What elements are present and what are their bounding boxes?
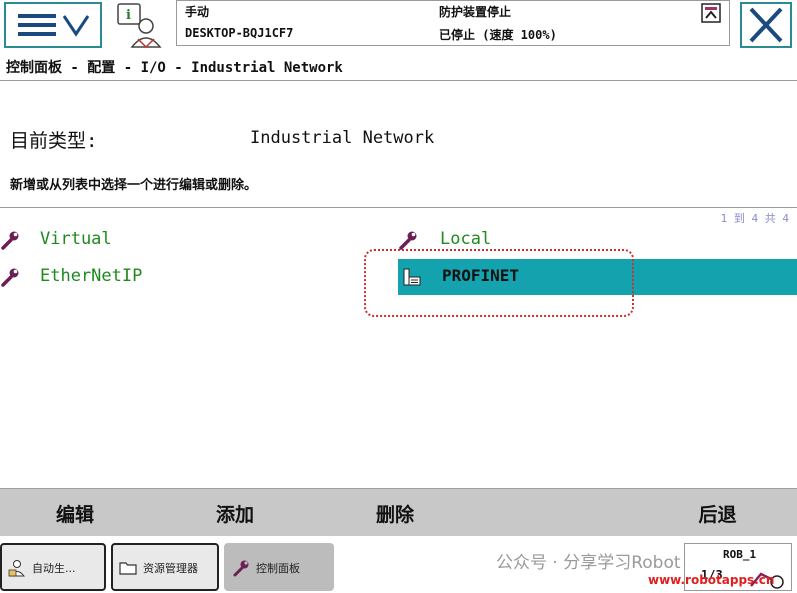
header-divider [0, 80, 797, 81]
controller-name: DESKTOP-BQJ1CF7 [185, 26, 294, 40]
list-item-virtual[interactable]: Virtual [0, 222, 380, 256]
command-bar: 编辑 添加 删除 后退 [0, 488, 797, 536]
quickset-status-button[interactable] [700, 2, 722, 24]
task-auto-production[interactable]: 自动生... [0, 543, 106, 591]
safety-state: 防护装置停止 [439, 5, 512, 19]
status-bar: 手动 DESKTOP-BQJ1CF7 防护装置停止 已停止 (速度 100%) [176, 0, 730, 46]
event-log-button[interactable]: i [112, 1, 166, 49]
robot-status-icon [701, 3, 721, 23]
instruction-text: 新增或从列表中选择一个进行编辑或删除。 [10, 178, 258, 193]
edit-button[interactable]: 编辑 [0, 489, 150, 537]
user-icon [8, 560, 26, 577]
run-state: 已停止 (速度 100%) [439, 28, 557, 42]
task-control-panel[interactable]: 控制面板 [224, 543, 334, 591]
add-button[interactable]: 添加 [160, 489, 310, 537]
list-item-label: Local [440, 229, 492, 249]
site-watermark: www.robotapps.cn [648, 573, 775, 587]
top-bar: i 手动 DESKTOP-BQJ1CF7 防护装置停止 已停止 (速度 100%… [0, 0, 797, 52]
wrench-icon [1, 231, 19, 250]
task-file-explorer[interactable]: 资源管理器 [111, 543, 219, 591]
current-type-value: Industrial Network [250, 128, 435, 148]
main-menu-button[interactable] [4, 2, 102, 48]
menu-icon [18, 14, 90, 37]
wrench-icon [399, 231, 417, 250]
breadcrumb: 控制面板 - 配置 - I/O - Industrial Network [6, 60, 343, 76]
info-user-icon: i [117, 3, 162, 49]
svg-text:i: i [126, 8, 131, 23]
task-label: 自动生... [32, 562, 76, 575]
highlight-annotation [364, 249, 634, 317]
list-item-ethernetip[interactable]: EtherNetIP [0, 259, 380, 293]
watermark: 公众号 · 分享学习Robot [496, 553, 681, 573]
list-item-label: Virtual [40, 229, 112, 249]
back-button[interactable]: 后退 [640, 489, 795, 537]
task-label: 资源管理器 [143, 562, 198, 575]
wrench-icon [233, 560, 249, 577]
task-label: 控制面板 [256, 562, 300, 575]
delete-button[interactable]: 删除 [320, 489, 470, 537]
list-item-label: EtherNetIP [40, 266, 143, 286]
wrench-icon [1, 268, 19, 287]
close-button[interactable] [740, 2, 792, 48]
close-icon [749, 7, 783, 43]
folder-icon [119, 562, 137, 575]
operating-mode: 手动 [185, 5, 210, 19]
current-type-label: 目前类型: [10, 130, 98, 152]
